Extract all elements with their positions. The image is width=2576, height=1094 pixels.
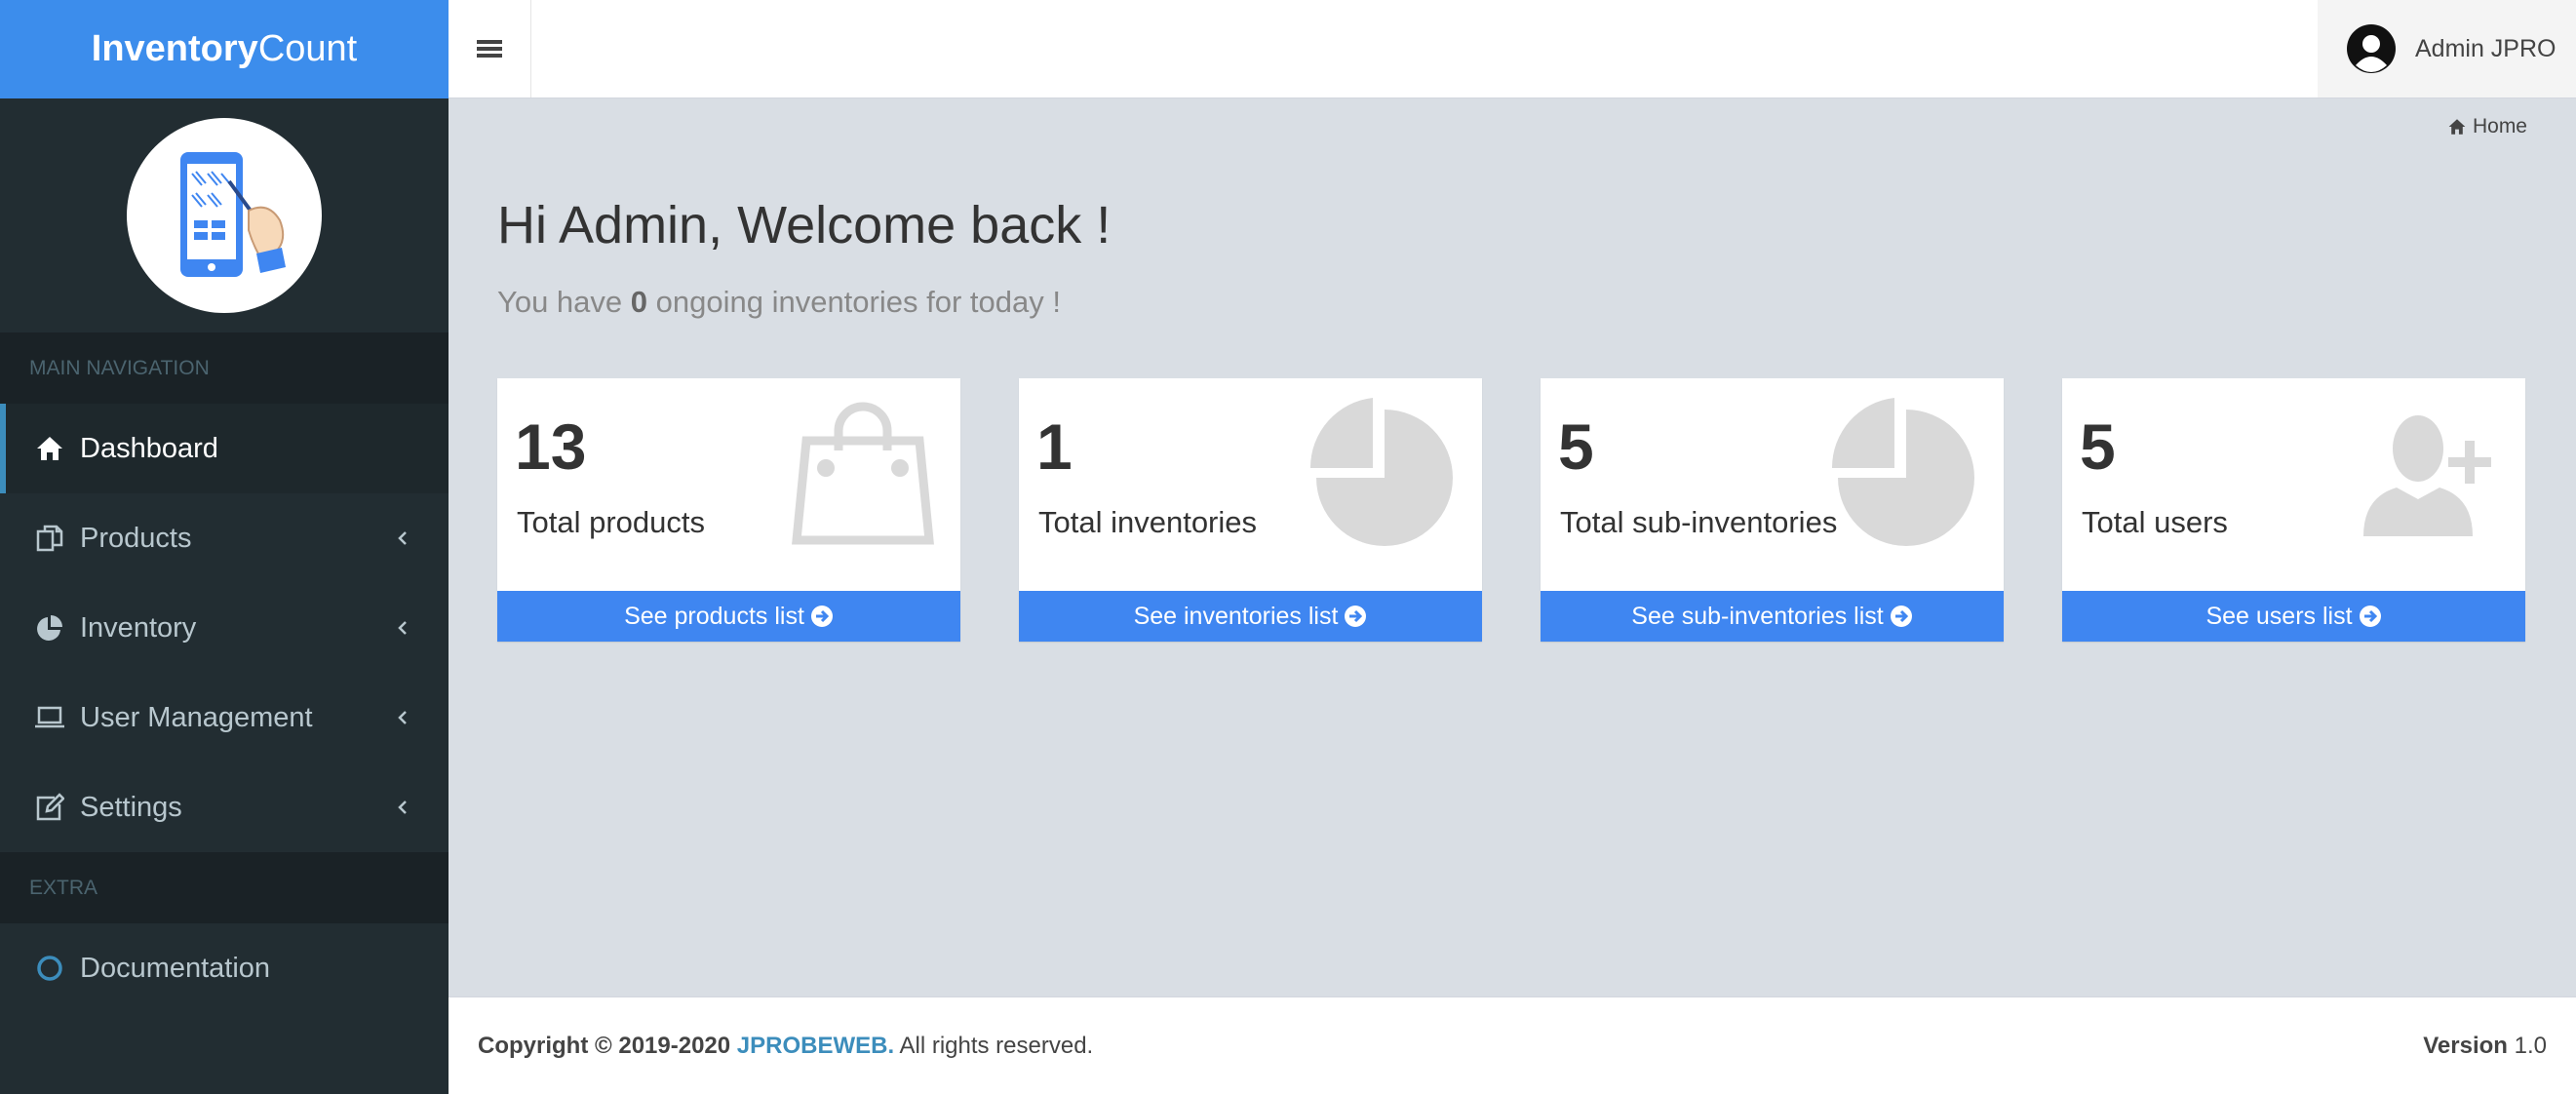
- sidebar-item-settings[interactable]: Settings: [0, 762, 449, 852]
- copy-icon: [33, 522, 66, 555]
- user-plus-icon: [2350, 392, 2506, 553]
- see-inventories-link[interactable]: See inventories list: [1019, 591, 1482, 642]
- stat-card-inventories: 1 Total inventories See inventories list: [1019, 378, 1482, 642]
- version-label: Version: [2423, 1032, 2508, 1059]
- version-info: Version 1.0: [2423, 1033, 2547, 1060]
- stat-card-sub-inventories: 5 Total sub-inventories See sub-inventor…: [1541, 378, 2004, 642]
- nav-header-extra: EXTRA: [0, 852, 449, 923]
- stat-count: 5: [2080, 410, 2116, 483]
- sidebar-item-label: Inventory: [80, 611, 197, 644]
- stat-card-products: 13 Total products See products list: [497, 378, 960, 642]
- pie-chart-icon: [33, 611, 66, 645]
- hamburger-icon: [477, 40, 502, 58]
- sidebar-item-products[interactable]: Products: [0, 493, 449, 583]
- edit-icon: [33, 791, 66, 824]
- sidebar-item-inventory[interactable]: Inventory: [0, 583, 449, 673]
- copyright-prefix: Copyright © 2019-2020: [478, 1032, 737, 1059]
- rights-text: All rights reserved.: [894, 1032, 1094, 1059]
- arrow-circle-right-icon: [1890, 605, 1913, 628]
- card-link-label: See products list: [624, 602, 804, 630]
- sidebar-item-user-management[interactable]: User Management: [0, 673, 449, 762]
- sidebar-item-label: Settings: [80, 791, 182, 823]
- arrow-circle-right-icon: [810, 605, 834, 628]
- pie-chart-icon: [1307, 392, 1463, 553]
- card-link-label: See inventories list: [1133, 602, 1339, 630]
- stat-card-users: 5 Total users See users list: [2062, 378, 2525, 642]
- stat-cards: 13 Total products See products list 1 To…: [497, 378, 2525, 642]
- stat-label: Total users: [2082, 505, 2228, 539]
- welcome-sub-suffix: ongoing inventories for today !: [647, 285, 1061, 319]
- home-icon: [33, 432, 66, 465]
- chevron-left-icon: [398, 801, 407, 814]
- laptop-icon: [33, 701, 66, 734]
- user-menu[interactable]: Admin JPRO: [2318, 0, 2576, 98]
- arrow-circle-right-icon: [2359, 605, 2382, 628]
- chevron-left-icon: [398, 531, 407, 545]
- phone-illustration-icon: [180, 152, 286, 277]
- breadcrumb[interactable]: Home: [2447, 115, 2527, 138]
- footer: Copyright © 2019-2020 JPROBEWEB. All rig…: [449, 996, 2576, 1094]
- see-sub-inventories-link[interactable]: See sub-inventories list: [1541, 591, 2004, 642]
- welcome-subtitle: You have 0 ongoing inventories for today…: [497, 285, 1061, 320]
- page-title: Hi Admin, Welcome back !: [497, 196, 1112, 254]
- see-users-link[interactable]: See users list: [2062, 591, 2525, 642]
- stat-count: 13: [515, 410, 587, 483]
- chevron-left-icon: [398, 711, 407, 724]
- copyright: Copyright © 2019-2020 JPROBEWEB. All rig…: [478, 1033, 1093, 1060]
- breadcrumb-home: Home: [2472, 115, 2527, 137]
- sidebar-item-documentation[interactable]: Documentation: [0, 923, 449, 1013]
- app-illustration: [127, 118, 322, 313]
- welcome-sub-prefix: You have: [497, 285, 631, 319]
- stat-label: Total sub-inventories: [1560, 505, 1838, 539]
- see-products-link[interactable]: See products list: [497, 591, 960, 642]
- user-panel: [0, 98, 449, 332]
- app-logo[interactable]: Inventory Count: [0, 0, 449, 98]
- shopping-bag-icon: [785, 392, 941, 553]
- stat-label: Total inventories: [1038, 505, 1258, 539]
- home-icon: [2447, 118, 2467, 136]
- card-link-label: See users list: [2205, 602, 2353, 630]
- sidebar-item-dashboard[interactable]: Dashboard: [0, 404, 449, 493]
- card-link-label: See sub-inventories list: [1631, 602, 1884, 630]
- brand-link[interactable]: JPROBEWEB.: [737, 1033, 894, 1059]
- version-number: 1.0: [2507, 1032, 2547, 1059]
- sidebar-item-label: Dashboard: [80, 432, 218, 464]
- nav-header-main: MAIN NAVIGATION: [0, 332, 449, 404]
- sidebar-item-label: Documentation: [80, 952, 271, 984]
- sidebar-toggle-button[interactable]: [449, 0, 531, 98]
- logo-bold-text: Inventory: [91, 28, 258, 69]
- circle-icon: [33, 952, 66, 985]
- topbar: Admin JPRO: [449, 0, 2576, 98]
- stat-count: 5: [1558, 410, 1594, 483]
- stat-count: 1: [1036, 410, 1073, 483]
- chevron-left-icon: [398, 621, 407, 635]
- arrow-circle-right-icon: [1344, 605, 1367, 628]
- sidebar-item-label: Products: [80, 522, 192, 554]
- user-avatar-icon: [2347, 24, 2396, 73]
- ongoing-count: 0: [630, 285, 648, 319]
- stat-label: Total products: [517, 505, 705, 539]
- sidebar: Inventory Count MAIN NAVIGATION Dashboar…: [0, 0, 449, 1094]
- logo-light-text: Count: [257, 28, 358, 69]
- pie-chart-icon: [1828, 392, 1984, 553]
- sidebar-item-label: User Management: [80, 701, 313, 733]
- user-name: Admin JPRO: [2415, 34, 2556, 62]
